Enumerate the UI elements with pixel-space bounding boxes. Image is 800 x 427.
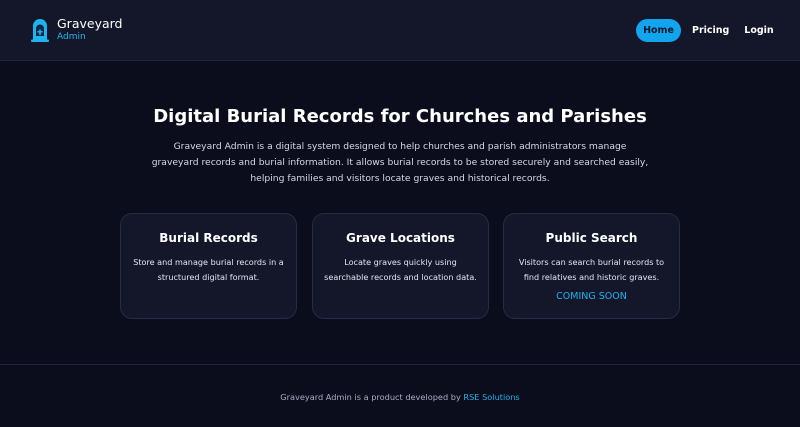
nav-login-link[interactable]: Login xyxy=(743,19,775,42)
hero-description: Graveyard Admin is a digital system desi… xyxy=(151,141,649,184)
feature-card-public-search: Public Search Visitors can search burial… xyxy=(503,213,680,319)
footer: Graveyard Admin is a product developed b… xyxy=(0,364,800,427)
nav-pricing-link[interactable]: Pricing xyxy=(692,19,729,42)
navbar: Graveyard Admin Home Pricing Login xyxy=(0,0,800,61)
footer-text: Graveyard Admin is a product developed b… xyxy=(280,392,461,402)
brand-logo[interactable]: Graveyard Admin xyxy=(30,18,123,42)
coming-soon-badge: COMING SOON xyxy=(556,291,627,302)
nav-home-link[interactable]: Home xyxy=(636,19,681,42)
feature-card-description: Store and manage burial records in a str… xyxy=(133,257,284,282)
brand-subtitle: Admin xyxy=(57,31,86,42)
feature-card-title: Grave Locations xyxy=(346,231,455,245)
feature-card-title: Public Search xyxy=(545,231,638,245)
feature-card-title: Burial Records xyxy=(159,231,258,245)
feature-card-description: Visitors can search burial records to fi… xyxy=(518,257,665,282)
feature-card-burial-records: Burial Records Store and manage burial r… xyxy=(120,213,297,319)
brand-title: Graveyard xyxy=(57,16,123,32)
footer-company-link[interactable]: RSE Solutions xyxy=(463,392,519,402)
feature-card-grave-locations: Grave Locations Locate graves quickly us… xyxy=(312,213,489,319)
hero-title: Digital Burial Records for Churches and … xyxy=(153,106,647,127)
feature-card-description: Locate graves quickly using searchable r… xyxy=(324,257,477,282)
gravestone-icon xyxy=(31,19,49,42)
